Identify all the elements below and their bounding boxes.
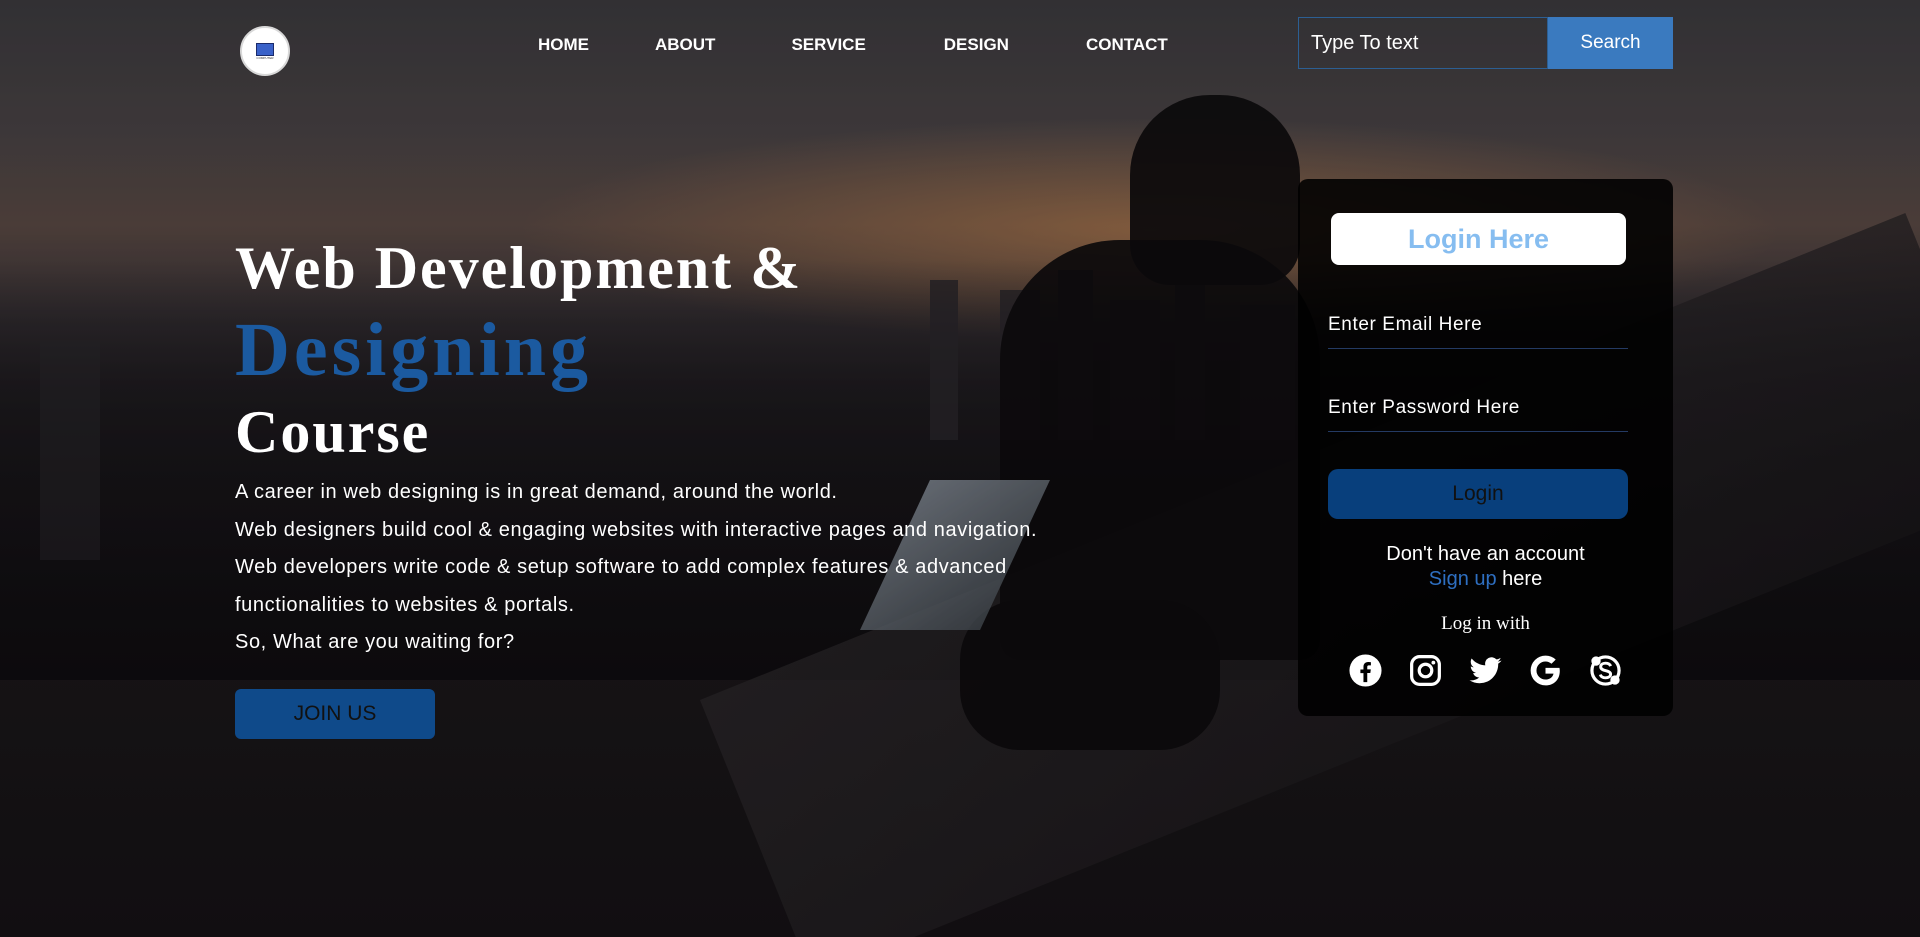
hero-section: Web Development & Designing Course A car… [235, 228, 1135, 662]
hero-desc-line: So, What are you waiting for? [235, 631, 515, 653]
hero-desc-line: Web developers write code & setup softwa… [235, 556, 1007, 578]
page: COMPUTER HOME ABOUT SERVICE DESIGN CONTA… [0, 0, 1920, 937]
main-nav: HOME ABOUT SERVICE DESIGN CONTACT [538, 35, 1168, 55]
login-button[interactable]: Login [1328, 469, 1628, 519]
email-field[interactable]: Enter Email Here [1328, 314, 1628, 349]
signup-line: Sign up here [1298, 568, 1673, 591]
logo-text: COMPUTER [256, 55, 274, 60]
logo[interactable]: COMPUTER [240, 26, 290, 76]
instagram-icon[interactable] [1408, 653, 1443, 688]
hero-desc-line: A career in web designing is in great de… [235, 481, 838, 503]
signup-link[interactable]: Sign up [1429, 568, 1497, 590]
hero-desc-line: Web designers build cool & engaging webs… [235, 518, 1038, 541]
twitter-icon[interactable] [1468, 653, 1503, 688]
login-title: Login Here [1331, 213, 1626, 265]
join-us-button[interactable]: JOIN US [235, 689, 435, 739]
nav-about[interactable]: ABOUT [655, 35, 715, 55]
no-account-text: Don't have an account [1386, 543, 1585, 565]
login-card: Login Here Enter Email Here Enter Passwo… [1298, 179, 1673, 716]
search-button[interactable]: Search [1548, 17, 1673, 69]
search-bar: Search [1298, 17, 1673, 69]
hero-desc-line: functionalities to websites & portals. [235, 593, 575, 616]
password-field[interactable]: Enter Password Here [1328, 397, 1628, 432]
search-input[interactable] [1298, 17, 1548, 69]
hero-description: A career in web designing is in great de… [235, 474, 1135, 662]
login-with-label: Log in with [1441, 613, 1530, 634]
signup-suffix: here [1496, 568, 1543, 590]
social-login-icons [1348, 653, 1623, 688]
hero-title-line1: Web Development & [235, 235, 803, 301]
hero-title-line2: Designing [235, 308, 592, 392]
google-icon[interactable] [1528, 653, 1563, 688]
logo-monitor-icon [256, 42, 274, 56]
nav-home[interactable]: HOME [538, 35, 589, 55]
hero-title-line3: Course [235, 399, 431, 465]
nav-service[interactable]: SERVICE [791, 35, 865, 55]
nav-contact[interactable]: CONTACT [1086, 35, 1168, 55]
skype-icon[interactable] [1588, 653, 1623, 688]
facebook-icon[interactable] [1348, 653, 1383, 688]
nav-design[interactable]: DESIGN [944, 35, 1009, 55]
